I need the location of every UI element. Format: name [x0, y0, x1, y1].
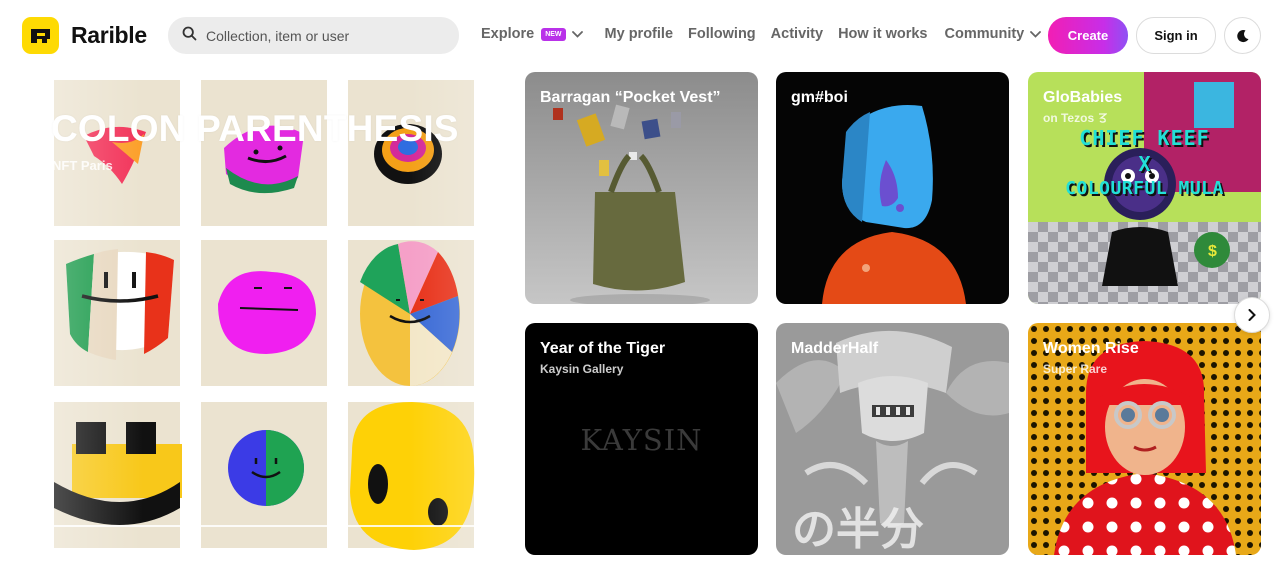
- chevron-down-icon: [1030, 30, 1042, 38]
- madderhalf-art-text: の半分: [792, 504, 924, 555]
- art-line-3: COLOURFUL MULA: [1065, 178, 1224, 199]
- sign-in-button[interactable]: Sign in: [1136, 17, 1216, 54]
- collection-card-globabies[interactable]: $ CHIEF KEEF X COLOURFUL MULA GloBabies …: [1028, 72, 1261, 304]
- collection-card-barragan[interactable]: Barragan “Pocket Vest”: [525, 72, 758, 304]
- card-title: GloBabies: [1043, 89, 1123, 106]
- nav-my-profile[interactable]: My profile: [605, 26, 673, 42]
- chevron-down-icon: [571, 30, 583, 38]
- rarible-logo-link[interactable]: Rarible: [22, 17, 147, 54]
- globabies-art-text: CHIEF KEEF X COLOURFUL MULA: [1028, 126, 1261, 199]
- moon-icon: [1236, 29, 1250, 43]
- search-icon: [182, 26, 197, 46]
- search-input[interactable]: [206, 27, 446, 44]
- nav-community[interactable]: Community: [945, 26, 1042, 42]
- card-title: Year of the Tiger: [540, 340, 666, 357]
- art-line-2: X: [1138, 152, 1151, 176]
- search-bar[interactable]: [168, 17, 459, 54]
- card-title: MadderHalf: [791, 340, 879, 357]
- tezos-icon: [1098, 113, 1108, 123]
- collection-card-madderhalf[interactable]: の半分 MadderHalf: [776, 323, 1009, 555]
- card-title: Women Rise: [1043, 340, 1139, 357]
- featured-hero-card[interactable]: COLON PARENTHESIS NFT Paris: [22, 72, 506, 556]
- nav-explore[interactable]: Explore NEW: [481, 26, 583, 42]
- card-subtitle-label: on Tezos: [1043, 111, 1095, 125]
- carousel-next-button[interactable]: [1234, 297, 1270, 333]
- collection-card-gmboi[interactable]: gm#boi: [776, 72, 1009, 304]
- main-nav: Explore NEW My profile Following Activit…: [481, 26, 1042, 42]
- hero-subtitle: NFT Paris: [52, 158, 113, 173]
- kaysin-art-text: KAYSIN: [580, 423, 703, 457]
- slide-indicator[interactable]: [195, 525, 333, 527]
- create-button[interactable]: Create: [1048, 17, 1128, 54]
- brand-name: Rarible: [71, 22, 147, 48]
- nav-activity[interactable]: Activity: [771, 26, 823, 42]
- hero-title: COLON PARENTHESIS: [51, 108, 459, 149]
- card-subtitle: on Tezos: [1043, 111, 1108, 125]
- nav-explore-label: Explore: [481, 26, 535, 42]
- svg-text:$: $: [1208, 243, 1217, 260]
- nav-following[interactable]: Following: [688, 26, 756, 42]
- top-header: Rarible Explore NEW My profile Following…: [0, 0, 1280, 72]
- chevron-right-icon: [1248, 309, 1256, 321]
- collection-card-year-of-the-tiger[interactable]: KAYSIN Year of the Tiger Kaysin Gallery: [525, 323, 758, 555]
- card-subtitle: Kaysin Gallery: [540, 362, 624, 376]
- new-badge: NEW: [541, 27, 566, 41]
- slide-indicator[interactable]: [52, 525, 190, 527]
- nav-how-it-works[interactable]: How it works: [838, 26, 927, 42]
- card-subtitle: Super Rare: [1043, 362, 1108, 376]
- collection-card-women-rise[interactable]: Women Rise Super Rare: [1028, 323, 1261, 555]
- nav-community-label: Community: [944, 26, 1025, 42]
- theme-toggle-button[interactable]: [1224, 17, 1261, 54]
- rarible-logo-icon: [22, 17, 59, 54]
- card-title: Barragan “Pocket Vest”: [540, 89, 721, 106]
- hero-slide-progress: [52, 525, 476, 527]
- art-line-1: CHIEF KEEF: [1079, 126, 1210, 150]
- card-title: gm#boi: [791, 89, 848, 106]
- slide-indicator[interactable]: [338, 525, 476, 527]
